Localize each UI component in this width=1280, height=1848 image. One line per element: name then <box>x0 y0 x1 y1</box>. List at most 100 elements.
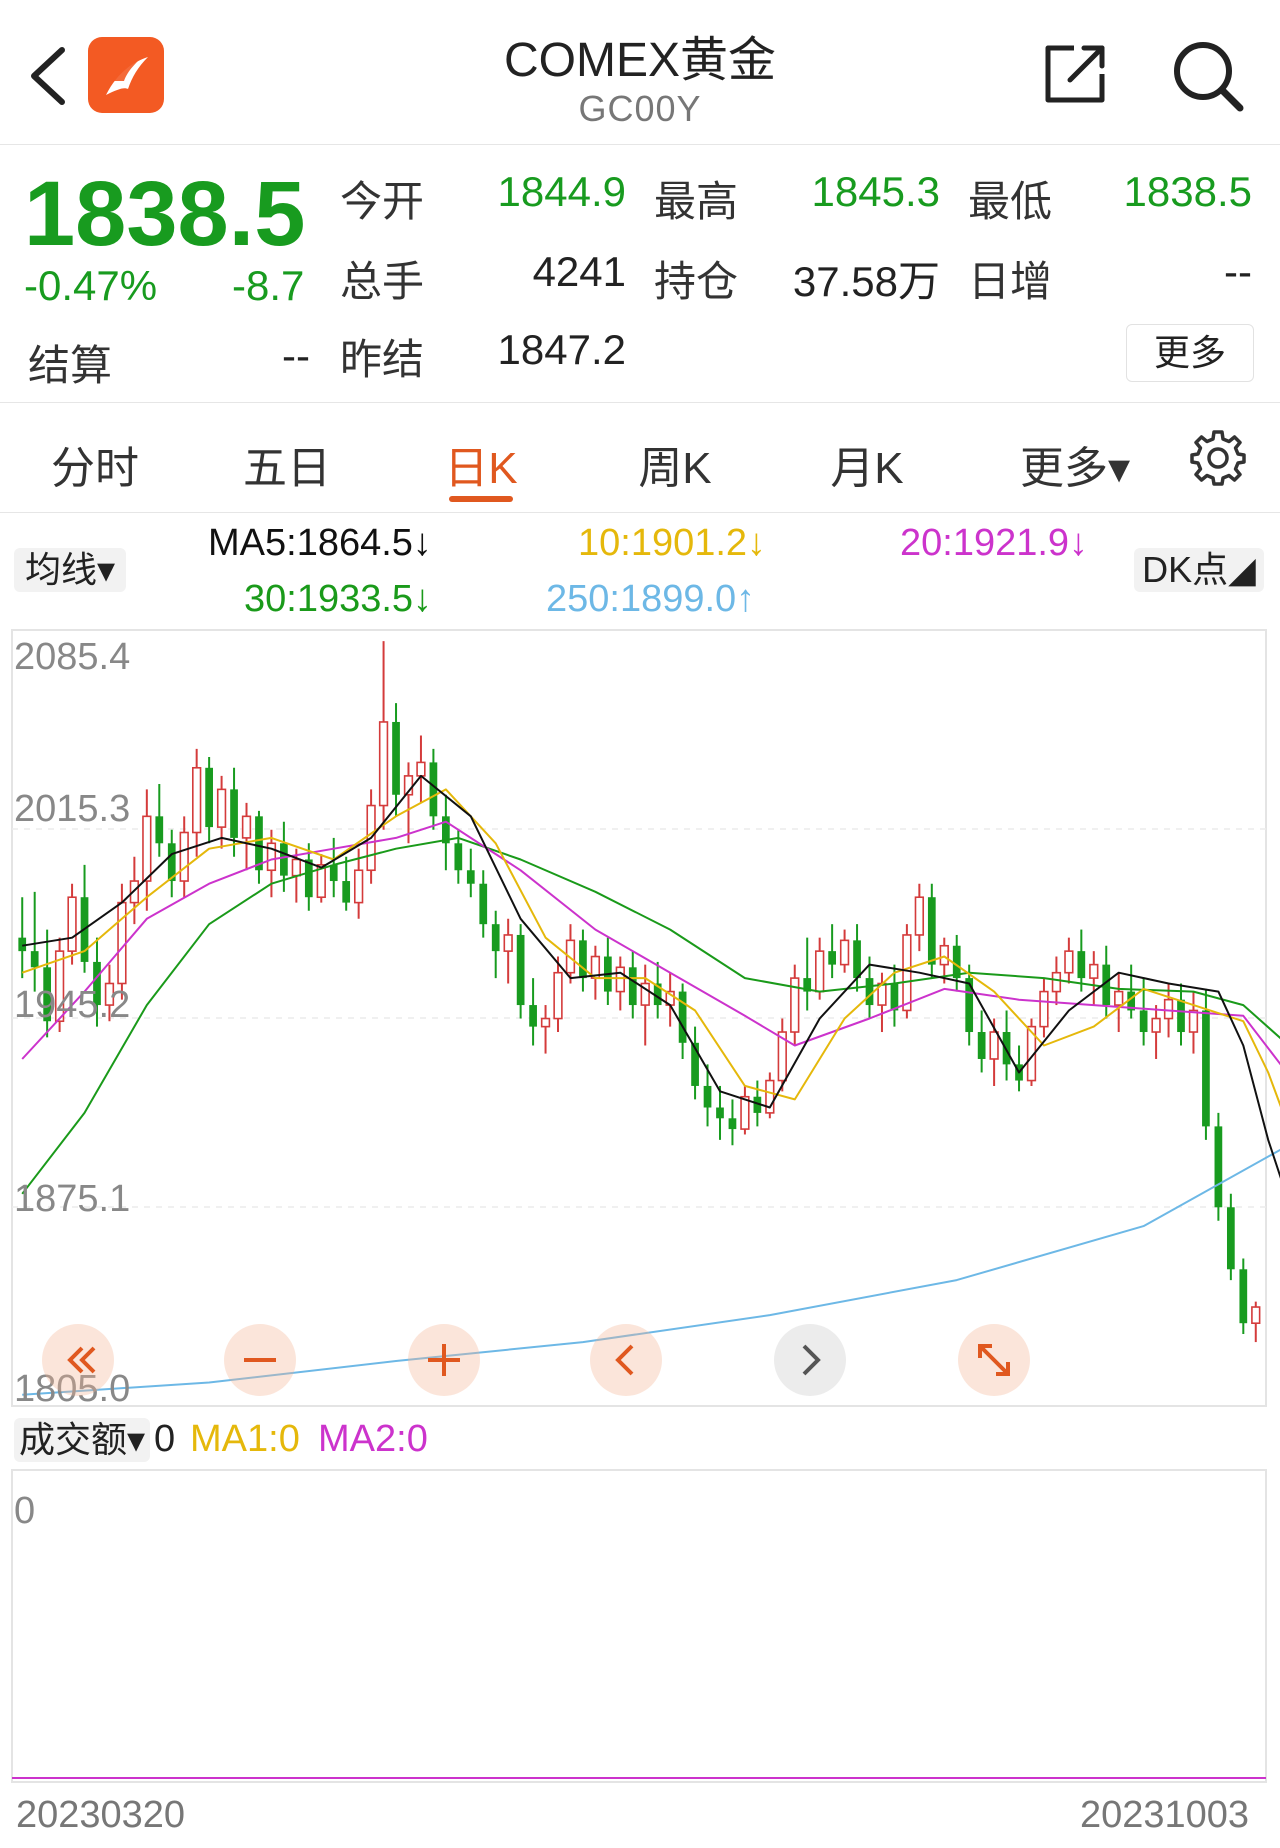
candle-body <box>353 869 364 904</box>
candle-body <box>216 788 227 828</box>
candle <box>378 641 389 830</box>
candle-body <box>230 789 238 838</box>
chevron-left-icon <box>615 1344 634 1376</box>
candle-body <box>491 924 500 952</box>
candle <box>691 1026 699 1100</box>
candle-body <box>1051 971 1062 993</box>
candle <box>329 837 338 898</box>
candle <box>728 1099 737 1146</box>
candle-body <box>280 843 288 876</box>
candle <box>1089 951 1099 1006</box>
candle-body <box>291 858 302 877</box>
candle-body <box>1177 999 1185 1033</box>
candle-body <box>479 883 488 925</box>
candle-body <box>342 881 351 903</box>
candle <box>1188 991 1199 1054</box>
candle-body <box>965 978 974 1033</box>
candle-body <box>241 815 252 839</box>
y-tick-label: 2015.3 <box>14 788 131 830</box>
candle <box>266 829 277 898</box>
plus-icon <box>428 1344 460 1376</box>
candle-body <box>1077 951 1086 979</box>
candlestick-chart[interactable] <box>0 0 1280 1848</box>
scroll-fast-left-button[interactable] <box>42 1324 114 1396</box>
candle <box>1114 972 1124 1033</box>
candle <box>716 1085 724 1140</box>
double-chevron-left-icon <box>67 1346 96 1374</box>
candle <box>442 794 450 871</box>
candle-body <box>902 934 912 1012</box>
candle <box>1127 964 1136 1019</box>
candle <box>603 937 612 1006</box>
candle <box>653 961 662 1019</box>
volume-indicator-select[interactable]: 成交额▾ <box>14 1418 150 1462</box>
candle-body <box>839 939 850 966</box>
candle-body <box>815 950 825 993</box>
candle <box>640 964 650 1046</box>
candle <box>403 762 414 844</box>
ma5-line <box>22 774 1280 1179</box>
candle-body <box>1239 1269 1248 1324</box>
candle <box>516 924 525 1019</box>
candle <box>839 929 850 973</box>
candle <box>205 757 213 844</box>
y-tick-label: 2085.4 <box>14 636 131 678</box>
candle-body <box>1089 963 1099 979</box>
candle-body <box>865 978 874 1006</box>
fullscreen-button[interactable] <box>958 1324 1030 1396</box>
candle-body <box>255 816 263 871</box>
candle-body <box>703 1085 712 1108</box>
candle-body <box>890 983 899 1011</box>
candle <box>67 883 77 965</box>
candle-body <box>716 1107 724 1119</box>
candle <box>740 1085 750 1135</box>
zoom-out-button[interactable] <box>224 1324 296 1396</box>
zoom-in-button[interactable] <box>408 1324 480 1396</box>
candle <box>1202 988 1210 1140</box>
candle <box>977 1010 986 1073</box>
candle-body <box>939 944 949 966</box>
volume-axis-zero: 0 <box>14 1490 36 1532</box>
volume-chart-frame <box>11 1469 1267 1783</box>
candle-body <box>1064 950 1074 974</box>
ma30-line <box>21 836 1280 1195</box>
minus-icon <box>244 1358 276 1362</box>
scroll-left-button[interactable] <box>590 1324 662 1396</box>
x-start-date: 20230320 <box>16 1794 186 1836</box>
candle-body <box>553 971 563 1020</box>
candle-body <box>466 870 475 884</box>
candle-body <box>579 940 587 979</box>
candle <box>615 956 625 1011</box>
candle-body <box>416 761 426 777</box>
candle <box>1239 1258 1248 1334</box>
candle-body <box>67 896 77 952</box>
candle-body <box>503 934 513 952</box>
candle <box>628 951 637 1019</box>
candle-body <box>1214 1126 1223 1208</box>
candle-body <box>454 843 463 871</box>
candle-body <box>1114 990 1124 1006</box>
chevron-right-icon <box>802 1344 821 1376</box>
volume-ma2-legend: MA2:0 <box>318 1418 428 1460</box>
candle <box>790 964 800 1046</box>
scroll-right-button[interactable] <box>774 1324 846 1396</box>
candle <box>503 918 513 984</box>
candle-body <box>1188 1009 1199 1033</box>
candle-body <box>728 1118 737 1130</box>
y-tick-label: 1875.1 <box>14 1178 131 1220</box>
candle <box>30 891 39 992</box>
candle <box>579 929 587 992</box>
candle-body <box>740 1095 750 1130</box>
candle <box>479 870 488 938</box>
candle <box>1177 983 1185 1046</box>
candle <box>765 1072 775 1119</box>
candle-body <box>1202 1010 1210 1127</box>
candle-body <box>927 897 936 965</box>
candle-body <box>1151 1017 1161 1033</box>
expand-icon <box>978 1344 1010 1376</box>
candle-body <box>30 951 39 968</box>
candle <box>241 802 252 871</box>
candle-body <box>989 1031 999 1060</box>
candle <box>142 789 152 911</box>
candle <box>828 924 836 979</box>
